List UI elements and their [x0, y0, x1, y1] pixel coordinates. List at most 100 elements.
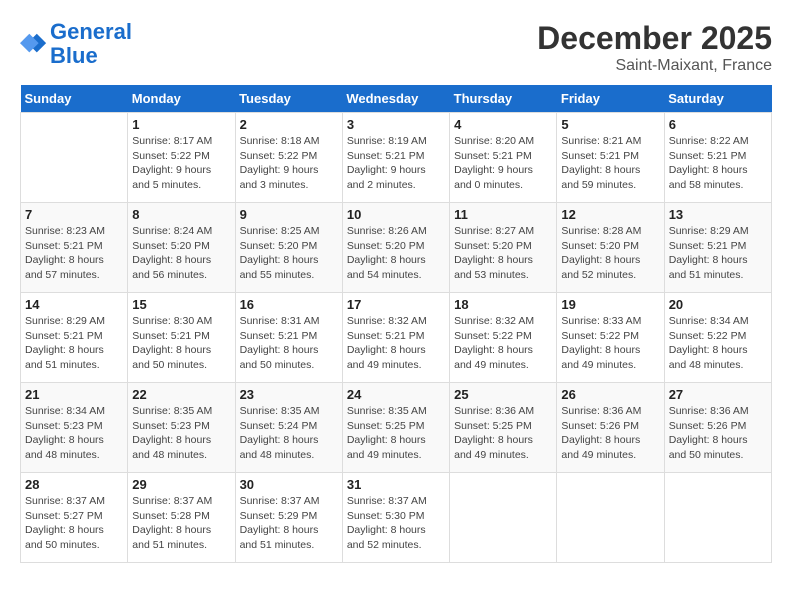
- day-info: Sunrise: 8:36 AM Sunset: 5:26 PM Dayligh…: [561, 404, 659, 463]
- day-info: Sunrise: 8:19 AM Sunset: 5:21 PM Dayligh…: [347, 134, 445, 193]
- day-number: 28: [25, 477, 123, 492]
- day-info: Sunrise: 8:34 AM Sunset: 5:23 PM Dayligh…: [25, 404, 123, 463]
- day-info: Sunrise: 8:24 AM Sunset: 5:20 PM Dayligh…: [132, 224, 230, 283]
- calendar-cell: 4 Sunrise: 8:20 AM Sunset: 5:21 PM Daylig…: [450, 113, 557, 203]
- day-info: Sunrise: 8:36 AM Sunset: 5:26 PM Dayligh…: [669, 404, 767, 463]
- day-number: 20: [669, 297, 767, 312]
- day-number: 6: [669, 117, 767, 132]
- day-info: Sunrise: 8:36 AM Sunset: 5:25 PM Dayligh…: [454, 404, 552, 463]
- weekday-header-row: SundayMondayTuesdayWednesdayThursdayFrid…: [21, 85, 772, 113]
- day-number: 14: [25, 297, 123, 312]
- day-info: Sunrise: 8:32 AM Sunset: 5:21 PM Dayligh…: [347, 314, 445, 373]
- calendar-cell: 2Sunrise: 8:18 AM Sunset: 5:22 PM Daylig…: [235, 113, 342, 203]
- calendar-cell: 17 Sunrise: 8:32 AM Sunset: 5:21 PM Dayli…: [342, 293, 449, 383]
- weekday-header-cell: Wednesday: [342, 85, 449, 113]
- calendar-cell: 29Sunrise: 8:37 AM Sunset: 5:28 PM Dayli…: [128, 473, 235, 563]
- day-info: Sunrise: 8:33 AM Sunset: 5:22 PM Dayligh…: [561, 314, 659, 373]
- calendar-cell: 18Sunrise: 8:32 AM Sunset: 5:22 PM Dayli…: [450, 293, 557, 383]
- day-info: Sunrise: 8:18 AM Sunset: 5:22 PM Dayligh…: [240, 134, 338, 193]
- calendar-cell: 12Sunrise: 8:28 AM Sunset: 5:20 PM Dayli…: [557, 203, 664, 293]
- day-info: Sunrise: 8:31 AM Sunset: 5:21 PM Dayligh…: [240, 314, 338, 373]
- day-number: 7: [25, 207, 123, 222]
- day-number: 30: [240, 477, 338, 492]
- day-number: 11: [454, 207, 552, 222]
- day-number: 23: [240, 387, 338, 402]
- day-number: 17: [347, 297, 445, 312]
- page-header: General Blue December 2025 Saint-Maixant…: [20, 20, 772, 75]
- weekday-header-cell: Sunday: [21, 85, 128, 113]
- day-number: 26: [561, 387, 659, 402]
- logo-icon: [20, 30, 48, 58]
- day-info: Sunrise: 8:20 AM Sunset: 5:21 PM Dayligh…: [454, 134, 552, 193]
- day-number: 19: [561, 297, 659, 312]
- title-area: December 2025 Saint-Maixant, France: [537, 20, 772, 75]
- day-number: 5: [561, 117, 659, 132]
- calendar-cell: 11Sunrise: 8:27 AM Sunset: 5:20 PM Dayli…: [450, 203, 557, 293]
- logo: General Blue: [20, 20, 132, 68]
- calendar-cell: [21, 113, 128, 203]
- day-info: Sunrise: 8:17 AM Sunset: 5:22 PM Dayligh…: [132, 134, 230, 193]
- day-info: Sunrise: 8:37 AM Sunset: 5:29 PM Dayligh…: [240, 494, 338, 553]
- calendar-cell: 6 Sunrise: 8:22 AM Sunset: 5:21 PM Daylig…: [664, 113, 771, 203]
- calendar-cell: 1Sunrise: 8:17 AM Sunset: 5:22 PM Daylig…: [128, 113, 235, 203]
- location: Saint-Maixant, France: [537, 57, 772, 75]
- calendar-week-row: 14Sunrise: 8:29 AM Sunset: 5:21 PM Dayli…: [21, 293, 772, 383]
- calendar-week-row: 1Sunrise: 8:17 AM Sunset: 5:22 PM Daylig…: [21, 113, 772, 203]
- logo-text: General Blue: [50, 20, 132, 68]
- logo-general: General: [50, 19, 132, 44]
- day-number: 3: [347, 117, 445, 132]
- day-number: 22: [132, 387, 230, 402]
- day-number: 8: [132, 207, 230, 222]
- calendar-cell: 9 Sunrise: 8:25 AM Sunset: 5:20 PM Daylig…: [235, 203, 342, 293]
- calendar-cell: 8 Sunrise: 8:24 AM Sunset: 5:20 PM Daylig…: [128, 203, 235, 293]
- calendar-cell: 16Sunrise: 8:31 AM Sunset: 5:21 PM Dayli…: [235, 293, 342, 383]
- calendar-cell: 3 Sunrise: 8:19 AM Sunset: 5:21 PM Daylig…: [342, 113, 449, 203]
- day-number: 18: [454, 297, 552, 312]
- calendar-cell: 10 Sunrise: 8:26 AM Sunset: 5:20 PM Dayli…: [342, 203, 449, 293]
- calendar-week-row: 7 Sunrise: 8:23 AM Sunset: 5:21 PM Daylig…: [21, 203, 772, 293]
- day-info: Sunrise: 8:37 AM Sunset: 5:27 PM Dayligh…: [25, 494, 123, 553]
- day-info: Sunrise: 8:25 AM Sunset: 5:20 PM Dayligh…: [240, 224, 338, 283]
- day-info: Sunrise: 8:23 AM Sunset: 5:21 PM Dayligh…: [25, 224, 123, 283]
- calendar-cell: 27 Sunrise: 8:36 AM Sunset: 5:26 PM Dayli…: [664, 383, 771, 473]
- month-title: December 2025: [537, 20, 772, 57]
- calendar-cell: 5 Sunrise: 8:21 AM Sunset: 5:21 PM Daylig…: [557, 113, 664, 203]
- calendar-cell: 13 Sunrise: 8:29 AM Sunset: 5:21 PM Dayli…: [664, 203, 771, 293]
- day-info: Sunrise: 8:29 AM Sunset: 5:21 PM Dayligh…: [669, 224, 767, 283]
- day-number: 25: [454, 387, 552, 402]
- weekday-header-cell: Saturday: [664, 85, 771, 113]
- day-number: 31: [347, 477, 445, 492]
- day-info: Sunrise: 8:35 AM Sunset: 5:25 PM Dayligh…: [347, 404, 445, 463]
- calendar-cell: [450, 473, 557, 563]
- day-number: 10: [347, 207, 445, 222]
- calendar-week-row: 28 Sunrise: 8:37 AM Sunset: 5:27 PM Dayli…: [21, 473, 772, 563]
- day-number: 27: [669, 387, 767, 402]
- calendar-cell: 15Sunrise: 8:30 AM Sunset: 5:21 PM Dayli…: [128, 293, 235, 383]
- calendar-cell: 23Sunrise: 8:35 AM Sunset: 5:24 PM Dayli…: [235, 383, 342, 473]
- day-info: Sunrise: 8:30 AM Sunset: 5:21 PM Dayligh…: [132, 314, 230, 373]
- day-info: Sunrise: 8:21 AM Sunset: 5:21 PM Dayligh…: [561, 134, 659, 193]
- calendar-cell: 26 Sunrise: 8:36 AM Sunset: 5:26 PM Dayli…: [557, 383, 664, 473]
- day-number: 13: [669, 207, 767, 222]
- day-number: 24: [347, 387, 445, 402]
- day-info: Sunrise: 8:28 AM Sunset: 5:20 PM Dayligh…: [561, 224, 659, 283]
- day-info: Sunrise: 8:26 AM Sunset: 5:20 PM Dayligh…: [347, 224, 445, 283]
- day-number: 29: [132, 477, 230, 492]
- day-info: Sunrise: 8:37 AM Sunset: 5:30 PM Dayligh…: [347, 494, 445, 553]
- day-number: 4: [454, 117, 552, 132]
- day-number: 9: [240, 207, 338, 222]
- weekday-header-cell: Monday: [128, 85, 235, 113]
- calendar-cell: 21 Sunrise: 8:34 AM Sunset: 5:23 PM Dayli…: [21, 383, 128, 473]
- calendar-cell: 14Sunrise: 8:29 AM Sunset: 5:21 PM Dayli…: [21, 293, 128, 383]
- day-number: 21: [25, 387, 123, 402]
- weekday-header-cell: Friday: [557, 85, 664, 113]
- calendar-cell: 28 Sunrise: 8:37 AM Sunset: 5:27 PM Dayli…: [21, 473, 128, 563]
- calendar-cell: 20Sunrise: 8:34 AM Sunset: 5:22 PM Dayli…: [664, 293, 771, 383]
- calendar-week-row: 21 Sunrise: 8:34 AM Sunset: 5:23 PM Dayli…: [21, 383, 772, 473]
- calendar-cell: [664, 473, 771, 563]
- logo-blue: Blue: [50, 43, 98, 68]
- calendar-cell: 7 Sunrise: 8:23 AM Sunset: 5:21 PM Daylig…: [21, 203, 128, 293]
- calendar-cell: 30 Sunrise: 8:37 AM Sunset: 5:29 PM Dayli…: [235, 473, 342, 563]
- calendar-cell: [557, 473, 664, 563]
- day-info: Sunrise: 8:22 AM Sunset: 5:21 PM Dayligh…: [669, 134, 767, 193]
